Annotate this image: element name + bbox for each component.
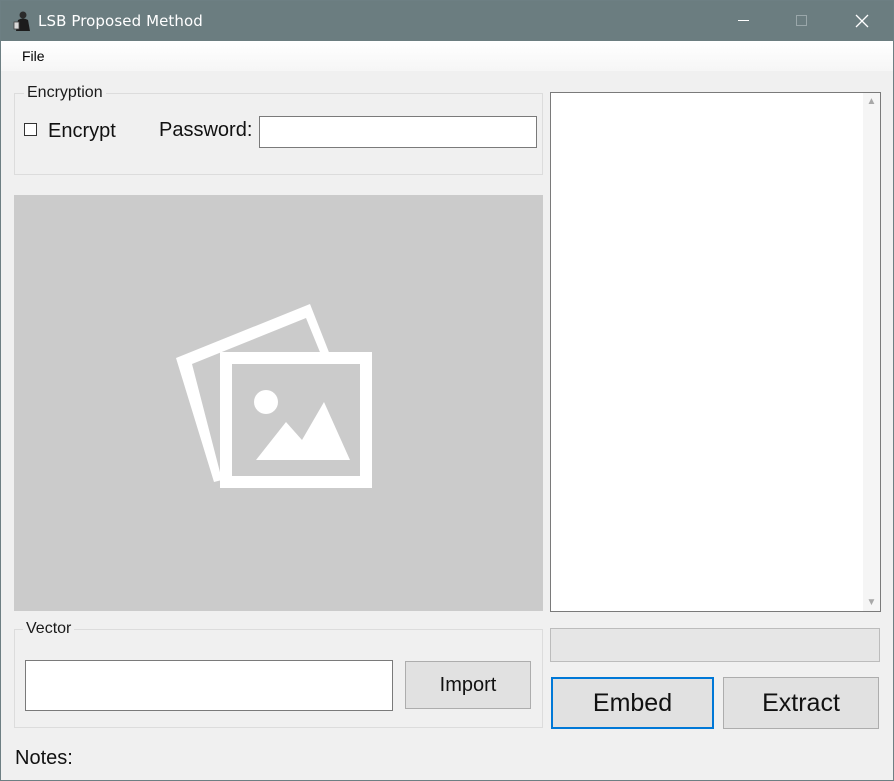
window-title: LSB Proposed Method bbox=[38, 12, 203, 30]
menu-file[interactable]: File bbox=[22, 48, 45, 64]
encryption-legend: Encryption bbox=[24, 84, 106, 102]
title-bar[interactable]: LSB Proposed Method bbox=[1, 1, 893, 41]
embed-button[interactable]: Embed bbox=[551, 677, 714, 729]
image-placeholder-icon bbox=[176, 304, 372, 488]
output-textarea[interactable]: ▲ ▼ bbox=[550, 92, 881, 612]
encrypt-checkbox[interactable] bbox=[24, 123, 37, 136]
minimize-icon bbox=[738, 20, 749, 21]
extract-button[interactable]: Extract bbox=[723, 677, 879, 729]
scroll-up-icon[interactable]: ▲ bbox=[863, 93, 880, 110]
import-button[interactable]: Import bbox=[405, 661, 531, 709]
encrypt-label[interactable]: Encrypt bbox=[48, 120, 116, 143]
scroll-down-icon[interactable]: ▼ bbox=[863, 594, 880, 611]
progress-bar bbox=[550, 628, 880, 662]
app-icon bbox=[12, 10, 32, 32]
password-label: Password: bbox=[159, 119, 253, 141]
menu-bar: File bbox=[1, 41, 893, 71]
password-input[interactable] bbox=[259, 116, 537, 148]
vertical-scrollbar[interactable]: ▲ ▼ bbox=[863, 93, 880, 611]
vector-group: Vector Import bbox=[14, 620, 543, 728]
vector-input[interactable] bbox=[25, 660, 393, 711]
maximize-icon bbox=[796, 15, 807, 26]
maximize-button[interactable] bbox=[773, 1, 831, 41]
close-icon bbox=[855, 14, 869, 28]
encryption-group: Encryption Encrypt Password: bbox=[14, 84, 543, 175]
close-button[interactable] bbox=[833, 1, 891, 41]
app-window: LSB Proposed Method File Encryption Encr… bbox=[0, 0, 894, 781]
vector-legend: Vector bbox=[23, 620, 75, 638]
notes-label: Notes: bbox=[15, 747, 73, 769]
minimize-button[interactable] bbox=[715, 1, 773, 41]
image-preview[interactable] bbox=[14, 195, 543, 611]
